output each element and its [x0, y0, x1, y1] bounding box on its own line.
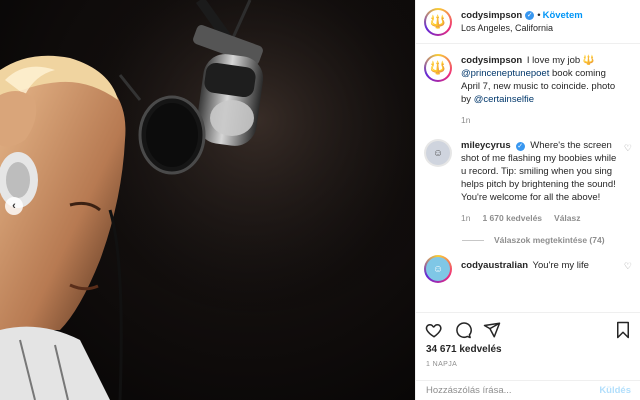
chevron-left-icon: ‹	[12, 200, 16, 212]
commenter-username[interactable]: codyaustralian	[461, 260, 528, 271]
comment-item: ☺ codyaustralian You're my life ♡	[424, 255, 632, 283]
commenter-username[interactable]: mileycyrus	[461, 140, 511, 151]
caption-avatar[interactable]: 🔱	[424, 54, 452, 82]
bookmark-icon	[617, 321, 629, 338]
caption-username[interactable]: codysimpson	[461, 55, 522, 66]
comment-input[interactable]	[426, 385, 600, 396]
author-info: codysimpson ✓ • Követem Los Angeles, Cal…	[461, 9, 583, 35]
mention-link[interactable]: @princeneptunepoet	[461, 68, 549, 79]
save-button[interactable]	[613, 320, 633, 340]
mention-link[interactable]: @certainselfie	[474, 94, 534, 105]
commenter-avatar[interactable]: ☺	[424, 255, 452, 283]
like-comment-heart-icon[interactable]: ♡	[624, 261, 632, 272]
comment-icon	[456, 321, 472, 338]
trident-icon: 🔱	[429, 13, 447, 29]
comment-item: ☺ mileycyrus ✓ Where's the screen shot of…	[424, 139, 632, 225]
comment-text: You're my life	[532, 260, 589, 271]
comments-list[interactable]: 🔱 codysimpson I love my job 🔱 @princenep…	[416, 44, 640, 312]
post-photo[interactable]: ‹	[0, 0, 415, 400]
author-avatar[interactable]: 🔱	[424, 7, 452, 36]
post-side-panel: 🔱 codysimpson ✓ • Követem Los Angeles, C…	[415, 0, 640, 400]
like-button[interactable]	[424, 320, 444, 340]
post-actions	[416, 312, 640, 346]
author-username[interactable]: codysimpson	[461, 9, 522, 22]
post-location[interactable]: Los Angeles, California	[461, 22, 583, 35]
share-icon	[483, 322, 501, 337]
comment-button[interactable]	[453, 320, 473, 340]
commenter-avatar[interactable]: ☺	[424, 139, 452, 167]
studio-photo-illustration	[0, 0, 415, 400]
comment-likes[interactable]: 1 670 kedvelés	[482, 212, 542, 225]
caption-time[interactable]: 1n	[461, 114, 470, 127]
view-replies-label: Válaszok megtekintése (74)	[494, 235, 605, 245]
caption: 🔱 codysimpson I love my job 🔱 @princenep…	[424, 54, 632, 127]
view-replies-button[interactable]: Válaszok megtekintése (74)	[462, 235, 632, 245]
replies-line	[462, 239, 484, 241]
post-likes-count[interactable]: 34 671 kedvelés	[426, 344, 502, 355]
follow-separator: •	[537, 9, 541, 21]
post-header: 🔱 codysimpson ✓ • Követem Los Angeles, C…	[416, 0, 640, 44]
instagram-post-view: ‹ 🔱 codysimpson ✓ • Követem Los Angeles,…	[0, 0, 640, 400]
like-comment-heart-icon[interactable]: ♡	[624, 143, 632, 154]
verified-badge-icon: ✓	[515, 142, 525, 151]
post-timestamp[interactable]: 1 NAPJA	[426, 361, 457, 368]
comment-time[interactable]: 1n	[461, 212, 470, 225]
heart-icon	[425, 323, 442, 338]
following-button[interactable]: Követem	[543, 9, 583, 22]
trident-icon: 🔱	[429, 60, 447, 75]
verified-badge-icon: ✓	[525, 10, 535, 20]
user-photo-icon: ☺	[432, 263, 444, 275]
reply-button[interactable]: Válasz	[554, 212, 580, 225]
add-comment-bar: Küldés	[416, 380, 640, 400]
share-button[interactable]	[482, 320, 502, 340]
user-photo-icon: ☺	[432, 147, 444, 159]
caption-text: I love my job 🔱	[526, 55, 595, 66]
post-comment-button[interactable]: Küldés	[599, 385, 631, 396]
previous-photo-button[interactable]: ‹	[5, 197, 23, 215]
